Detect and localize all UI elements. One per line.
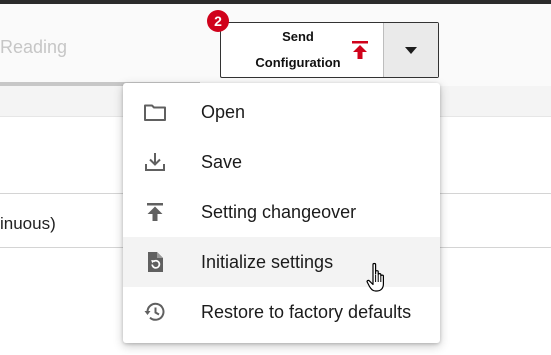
menu-item-save[interactable]: Save <box>123 137 440 187</box>
menu-item-label: Initialize settings <box>201 251 334 272</box>
send-label-line2: Configuration <box>255 55 341 70</box>
menu-item-restore-factory-defaults[interactable]: Restore to factory defaults <box>123 287 440 337</box>
mode-field-value: inuous) <box>0 214 56 233</box>
upload-icon <box>352 41 368 59</box>
folder-icon <box>144 104 166 121</box>
send-label-line1: Send <box>282 29 314 44</box>
upload-icon <box>147 203 163 221</box>
menu-item-label: Setting changeover <box>201 201 357 222</box>
caret-down-icon <box>405 46 417 54</box>
menu-item-label: Open <box>201 101 246 122</box>
tab-reading[interactable]: Reading <box>0 37 67 58</box>
send-configuration-label: Send Configuration <box>243 24 353 76</box>
notification-badge: 2 <box>207 10 229 32</box>
file-reset-icon <box>148 252 163 272</box>
history-icon <box>144 302 165 321</box>
menu-item-setting-changeover[interactable]: Setting changeover <box>123 187 440 237</box>
send-configuration-split-button: Send Configuration <box>220 22 439 78</box>
menu-item-open[interactable]: Open <box>123 87 440 137</box>
send-options-dropdown-button[interactable] <box>384 23 438 77</box>
menu-item-initialize-settings[interactable]: Initialize settings <box>123 237 440 287</box>
send-configuration-button[interactable]: Send Configuration <box>221 23 383 77</box>
download-icon <box>145 153 165 171</box>
hand-pointer-cursor-icon <box>366 262 384 292</box>
menu-item-label: Restore to factory defaults <box>201 301 412 322</box>
send-options-menu: Open Save Setting changeover Initialize … <box>123 83 440 343</box>
menu-item-label: Save <box>201 151 243 172</box>
